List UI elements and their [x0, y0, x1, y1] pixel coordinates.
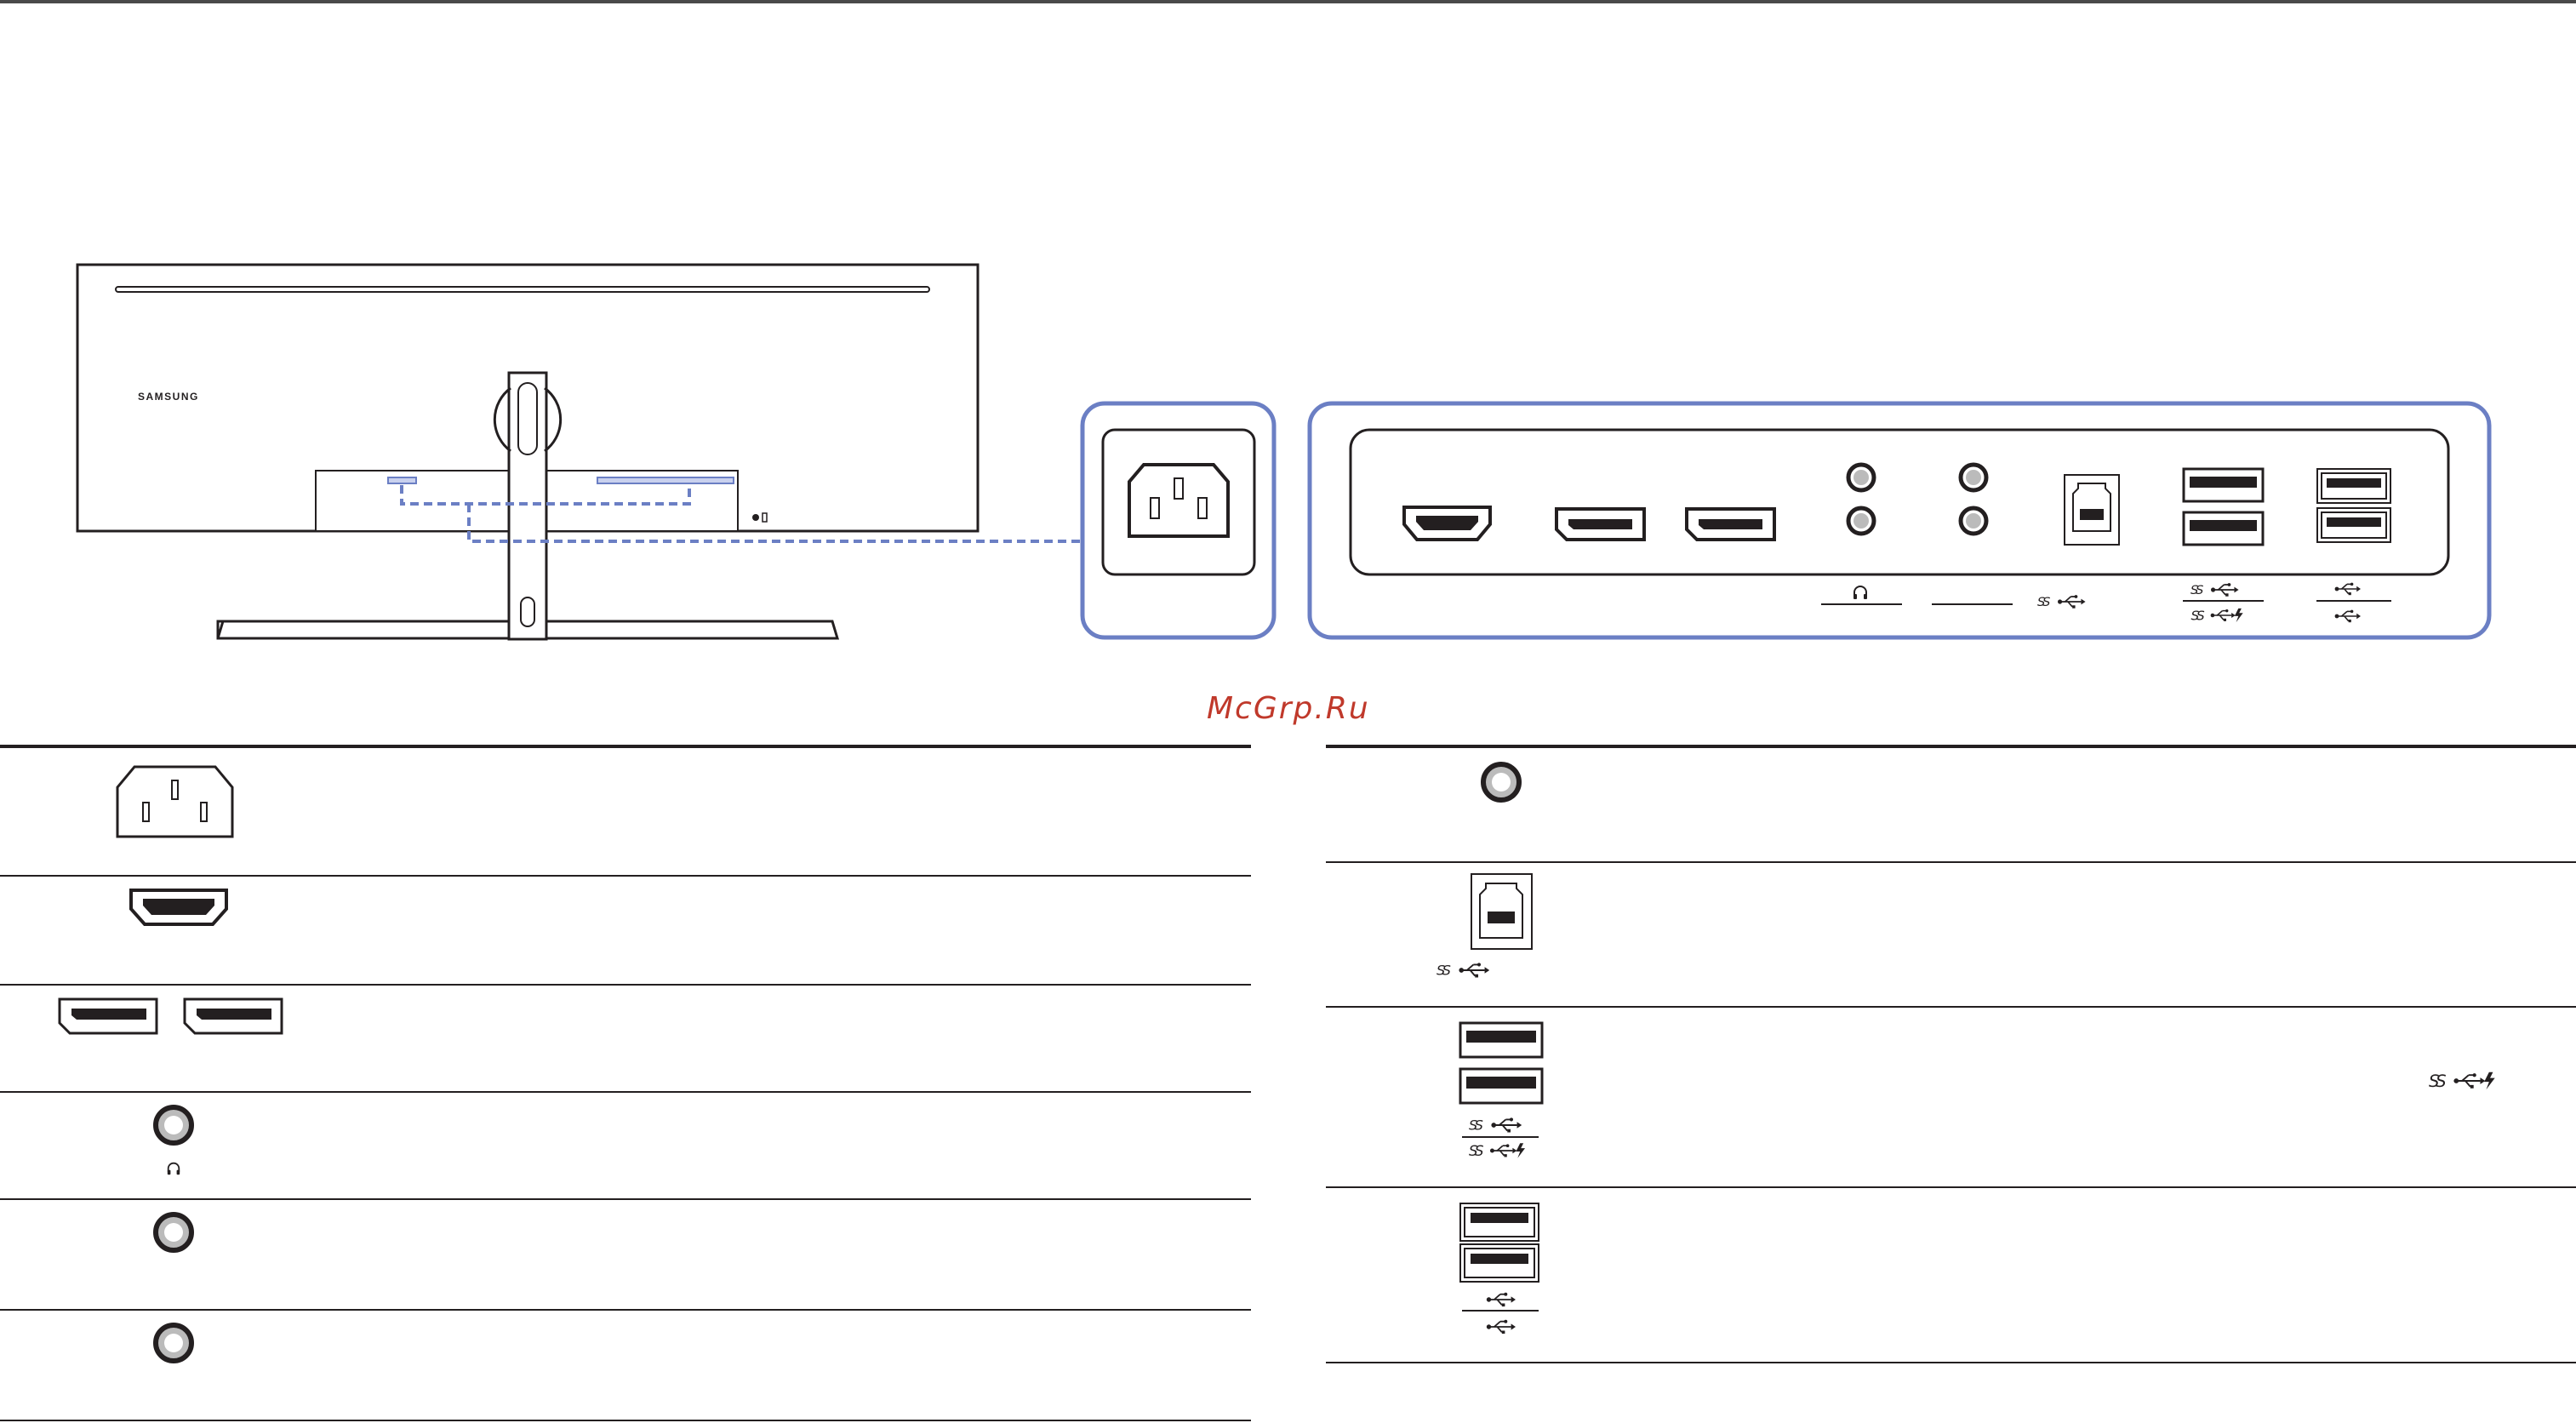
usb-a-port-icon	[2182, 511, 2265, 546]
usb-a-port-icon	[2316, 507, 2391, 543]
usb-b-port-icon	[2064, 474, 2120, 546]
hdmi-port-icon	[1402, 506, 1492, 541]
port-table-right	[1326, 745, 2576, 1363]
table-row	[0, 984, 1251, 1091]
table-row	[1326, 861, 2576, 1006]
usb-a-port-icon	[1459, 1067, 1544, 1105]
table-row	[0, 1309, 1251, 1421]
displayport-icon	[183, 997, 283, 1035]
table-row	[0, 745, 1251, 875]
power-inlet-icon	[116, 765, 234, 838]
displayport-icon	[58, 997, 158, 1035]
power-callout	[1080, 401, 1277, 640]
usb-superspeed-charging-icon	[1469, 1143, 1525, 1159]
port-table-left	[0, 745, 1251, 1421]
usb-superspeed-charging-icon	[2429, 1072, 2495, 1091]
table-row	[1326, 1006, 2576, 1186]
monitor-rear-diagram: SS SS SAMSUNG	[76, 263, 2492, 641]
displayport-icon	[1685, 507, 1776, 541]
table-row	[0, 875, 1251, 984]
table-row	[1326, 745, 2576, 861]
monitor-back: SAMSUNG	[76, 263, 980, 641]
samsung-logo: SAMSUNG	[138, 391, 199, 403]
usb-a-port-icon	[1459, 1243, 1539, 1283]
kensington-lock-icon	[752, 514, 759, 521]
usb-a-port-icon	[1459, 1203, 1539, 1242]
usb-a-port-icon	[2182, 467, 2265, 503]
hdmi-port-icon	[129, 889, 228, 926]
usb-superspeed-icon	[1469, 1117, 1522, 1134]
power-inlet-icon	[1128, 463, 1230, 538]
watermark: McGrp.Ru	[1207, 691, 1370, 726]
headphone-icon	[166, 1162, 181, 1176]
table-row	[1326, 1186, 2576, 1363]
table-row	[0, 1198, 1251, 1309]
stand-base	[216, 620, 511, 640]
table-row	[0, 1091, 1251, 1198]
usb-icon	[1485, 1319, 1516, 1334]
usb-b-port-icon	[1471, 873, 1533, 950]
usb-superspeed-icon	[1437, 963, 1489, 979]
displayport-icon	[1555, 507, 1646, 541]
usb-icon	[1485, 1292, 1516, 1307]
usb-a-port-icon	[2316, 468, 2391, 504]
ports-callout	[1307, 401, 2492, 640]
usb-a-port-icon	[1459, 1021, 1544, 1059]
